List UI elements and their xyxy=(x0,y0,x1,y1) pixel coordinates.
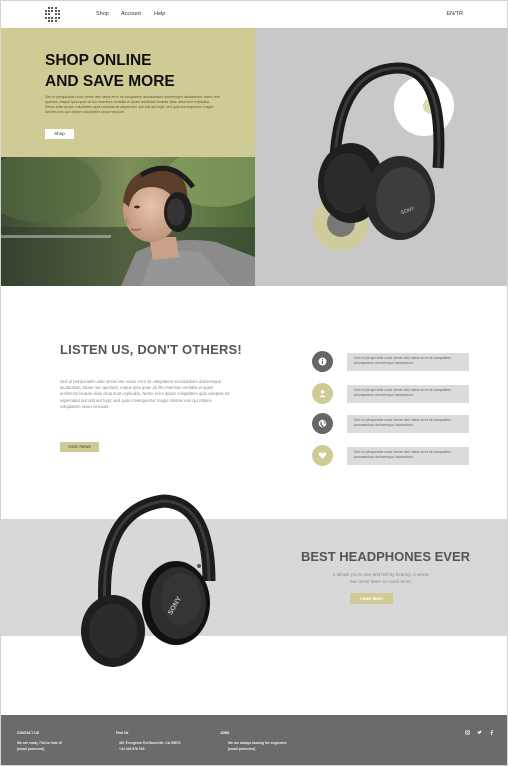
hero-woman-photo xyxy=(1,157,255,286)
feature-text: Sed ut perspiciatis unde omnis iste natu… xyxy=(347,353,469,371)
page: Shop Account Help EN/TR SHOP ONLINE AND … xyxy=(0,0,508,766)
listen-section-title: LISTEN US, DON'T OTHERS! xyxy=(60,342,242,357)
top-nav: Shop Account Help EN/TR xyxy=(1,1,507,28)
instagram-icon[interactable] xyxy=(465,730,470,737)
globe-icon xyxy=(312,413,333,434)
site-footer: CONTACT US We are ready 7/24 to hear it!… xyxy=(1,715,507,765)
feature-text: Sed ut perspiciatis unde omnis iste natu… xyxy=(347,415,469,433)
nav-help-link[interactable]: Help xyxy=(154,11,165,17)
hero-description: Sed ut perspiciatis unde omnis iste natu… xyxy=(45,95,220,114)
feature-text: Sed ut perspiciatis unde omnis iste natu… xyxy=(347,385,469,403)
shop-button[interactable]: Shop xyxy=(45,129,74,139)
footer-jobs-heading: JOBS xyxy=(220,731,230,735)
footer-jobs-text: We are always looking for engineers xyxy=(228,741,287,745)
facebook-icon[interactable] xyxy=(489,730,494,737)
hero-promo-panel xyxy=(1,28,255,157)
footer-contact-text: We are ready 7/24 to hear it! xyxy=(17,741,62,745)
listen-section-description: Sed ut perspiciatis unde omnis iste natu… xyxy=(60,379,229,409)
heart-icon xyxy=(312,445,333,466)
footer-contact-heading: CONTACT US xyxy=(17,731,39,735)
feature-item: Sed ut perspiciatis unde omnis iste natu… xyxy=(312,445,472,467)
feature-item: Sed ut perspiciatis unde omnis iste natu… xyxy=(312,383,472,405)
footer-find-heading: Find Us xyxy=(116,731,129,735)
hero-title-line-2: AND SAVE MORE xyxy=(45,73,175,90)
info-icon xyxy=(312,351,333,372)
twitter-icon[interactable] xyxy=(477,730,482,737)
learn-more-button[interactable]: Learn More xyxy=(350,593,393,604)
footer-address: 467 Evergreen Rd.Roseville, CA 95673 xyxy=(119,741,181,745)
footer-contact-email[interactable]: [email protected] xyxy=(17,747,44,751)
hero-product-panel: SONY xyxy=(255,28,507,286)
hear-news-button[interactable]: Hear News xyxy=(60,442,99,452)
nav-account-link[interactable]: Account xyxy=(121,11,141,17)
best-headphones-description: It allows you to see and feel by hearing… xyxy=(332,572,430,584)
language-switch[interactable]: EN/TR xyxy=(447,11,464,17)
hero-title: SHOP ONLINE AND SAVE MORE xyxy=(45,50,175,92)
footer-phone[interactable]: +44 345 678 903 xyxy=(119,747,145,751)
brand-logo-icon[interactable] xyxy=(45,7,63,23)
nav-shop-link[interactable]: Shop xyxy=(96,11,109,17)
feature-item: Sed ut perspiciatis unde omnis iste natu… xyxy=(312,413,472,435)
best-product-image: SONY xyxy=(69,491,229,676)
hero-title-line-1: SHOP ONLINE xyxy=(45,52,152,69)
feature-item: Sed ut perspiciatis unde omnis iste natu… xyxy=(312,351,472,373)
user-icon xyxy=(312,383,333,404)
footer-jobs-email[interactable]: [email protected] xyxy=(228,747,255,751)
feature-text: Sed ut perspiciatis unde omnis iste natu… xyxy=(347,447,469,465)
best-headphones-title: BEST HEADPHONES EVER xyxy=(301,549,471,564)
